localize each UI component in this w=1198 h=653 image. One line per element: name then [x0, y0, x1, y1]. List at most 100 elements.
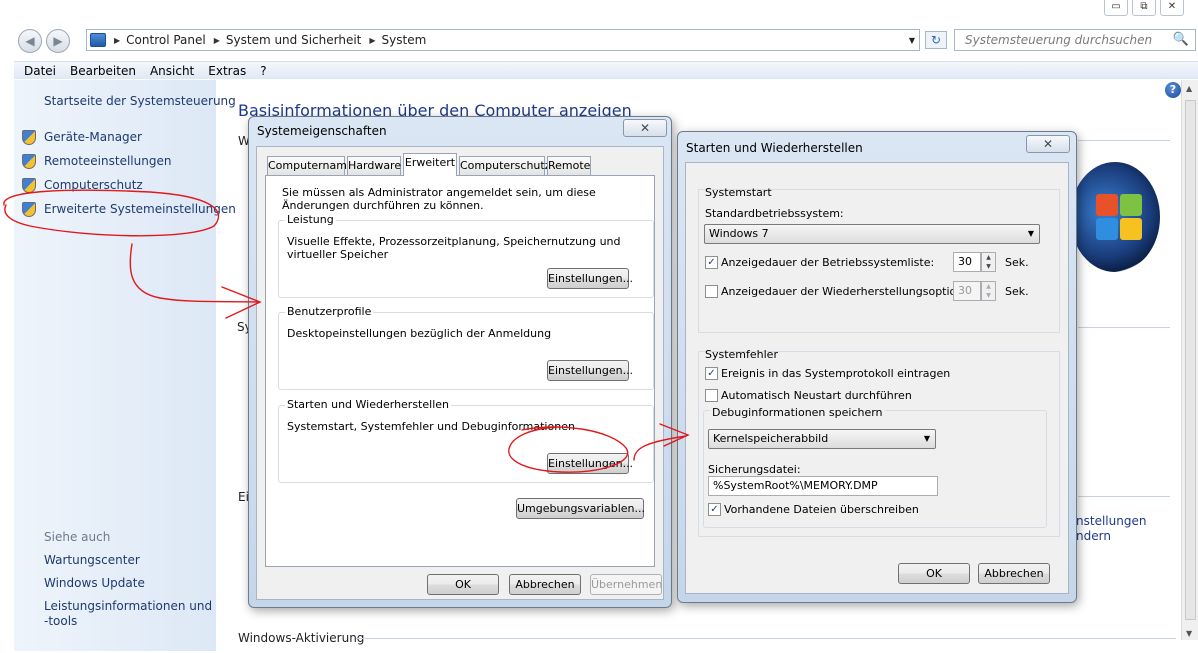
minimize-icon[interactable]: ▭ — [1104, 0, 1128, 16]
divider — [1078, 327, 1170, 328]
startup-settings-button[interactable]: Einstellungen... — [547, 453, 633, 474]
performance-link[interactable]: Leistungsinformationen und — [44, 599, 212, 613]
breadcrumb-system-security[interactable]: System und Sicherheit — [226, 33, 362, 47]
startup-recovery-group: Starten und Wiederherstellen Systemstart… — [278, 398, 654, 483]
windows-logo — [1070, 162, 1160, 272]
close-button[interactable]: ✕ — [1026, 135, 1070, 153]
debug-type-value: Kernelspeicherabbild — [713, 432, 829, 445]
divider — [1078, 140, 1170, 141]
windows-update-link[interactable]: Windows Update — [44, 576, 145, 590]
search-input[interactable]: Systemsteuerung durchsuchen 🔍 — [954, 29, 1196, 51]
dialog-title: Systemeigenschaften — [257, 124, 387, 138]
chevron-down-icon[interactable]: ▼ — [909, 36, 915, 45]
tab-hardware[interactable]: Hardware — [347, 156, 401, 175]
group-title: Starten und Wiederherstellen — [285, 398, 451, 411]
change-key-link[interactable]: ndern — [1076, 529, 1111, 543]
chevron-down-icon: ▼ — [923, 434, 930, 443]
activation-heading: Windows-Aktivierung — [238, 631, 365, 645]
startup-recovery-dialog: Starten und Wiederherstellen ✕ Systemsta… — [677, 131, 1077, 603]
back-button[interactable]: ◀ — [18, 29, 42, 53]
tab-computername[interactable]: Computername — [267, 156, 354, 175]
menu-bearbeiten[interactable]: Bearbeiten — [70, 64, 136, 78]
shield-icon — [22, 154, 36, 169]
systemstart-panel: Systemstart Standardbetriebssystem: Wind… — [698, 186, 1060, 333]
os-list-checkbox[interactable]: ✓ — [705, 256, 718, 269]
panel-title: Systemstart — [705, 186, 772, 199]
debug-type-dropdown[interactable]: Kernelspeicherabbild ▼ — [708, 429, 936, 449]
search-icon[interactable]: 🔍 — [1173, 30, 1189, 50]
system-properties-dialog: Systemeigenschaften ✕ Computername Hardw… — [248, 116, 672, 608]
debug-info-group: Debuginformationen speichern Kernelspeic… — [703, 406, 1047, 528]
dialog-body: Systemstart Standardbetriebssystem: Wind… — [685, 162, 1069, 594]
remote-settings-link[interactable]: Remoteeinstellungen — [44, 154, 171, 168]
vertical-scrollbar[interactable]: ▲ ▼ — [1181, 80, 1198, 640]
divider — [1078, 496, 1170, 497]
scroll-thumb[interactable] — [1185, 100, 1196, 620]
menu-ansicht[interactable]: Ansicht — [150, 64, 194, 78]
auto-restart-checkbox[interactable] — [705, 389, 718, 402]
action-center-link[interactable]: Wartungscenter — [44, 553, 140, 567]
change-settings-link[interactable]: nstellungen — [1076, 514, 1146, 528]
forward-button[interactable]: ▶ — [46, 29, 70, 53]
menu-bar: Datei Bearbeiten Ansicht Extras ? — [14, 61, 1198, 79]
shield-icon — [22, 202, 36, 217]
device-manager-link[interactable]: Geräte-Manager — [44, 130, 142, 144]
recovery-spinner[interactable]: ▲ ▼ — [981, 281, 996, 301]
system-protection-link[interactable]: Computerschutz — [44, 178, 143, 192]
environment-variables-button[interactable]: Umgebungsvariablen... — [516, 498, 645, 519]
breadcrumb-control-panel[interactable]: Control Panel — [126, 33, 206, 47]
scroll-up-icon[interactable]: ▲ — [1186, 84, 1192, 93]
overwrite-checkbox[interactable]: ✓ — [708, 503, 721, 516]
dialog-body: Computername Hardware Erweitert Computer… — [256, 146, 664, 600]
seconds-unit: Sek. — [1005, 285, 1029, 298]
shield-icon — [22, 130, 36, 145]
default-os-value: Windows 7 — [709, 227, 769, 240]
cancel-button[interactable]: Abbrechen — [509, 574, 581, 595]
auto-restart-label: Automatisch Neustart durchführen — [721, 389, 912, 402]
search-placeholder: Systemsteuerung durchsuchen — [965, 33, 1153, 47]
scroll-down-icon[interactable]: ▼ — [1186, 629, 1192, 638]
os-list-seconds-input[interactable]: 30 — [953, 252, 981, 272]
see-also-title: Siehe auch — [44, 530, 111, 544]
close-button[interactable]: ✕ — [623, 119, 667, 137]
apply-button[interactable]: Übernehmen — [590, 574, 662, 595]
tab-remote[interactable]: Remote — [547, 156, 591, 175]
recovery-seconds-input[interactable]: 30 — [953, 281, 981, 301]
help-icon[interactable]: ? — [1165, 82, 1181, 98]
panel-title: Systemfehler — [705, 348, 778, 361]
group-title: Leistung — [285, 213, 336, 226]
performance-settings-button[interactable]: Einstellungen... — [547, 268, 633, 289]
flag-red — [1096, 194, 1118, 216]
os-list-spinner[interactable]: ▲ ▼ — [981, 252, 996, 272]
advanced-settings-link[interactable]: Erweiterte Systemeinstellungen — [44, 202, 236, 216]
write-event-checkbox[interactable]: ✓ — [705, 367, 718, 380]
divider — [356, 638, 1176, 639]
breadcrumb-system[interactable]: System — [382, 33, 427, 47]
menu-extras[interactable]: Extras — [208, 64, 246, 78]
control-panel-home-link[interactable]: Startseite der Systemsteuerung — [44, 94, 236, 108]
ok-button[interactable]: OK — [898, 563, 970, 584]
chevron-right-icon: ▶ — [213, 35, 220, 45]
dump-file-input[interactable]: %SystemRoot%\MEMORY.DMP — [708, 476, 938, 496]
ok-button[interactable]: OK — [427, 574, 499, 595]
systemfehler-panel: Systemfehler ✓ Ereignis in das Systempro… — [698, 348, 1060, 537]
address-bar[interactable]: ▶ Control Panel ▶ System und Sicherheit … — [86, 29, 920, 51]
recovery-checkbox[interactable] — [705, 285, 718, 298]
profile-settings-button[interactable]: Einstellungen... — [547, 360, 633, 381]
default-os-dropdown[interactable]: Windows 7 ▼ — [704, 224, 1040, 244]
maximize-icon[interactable]: ⧉ — [1132, 0, 1156, 16]
tab-computerschutz[interactable]: Computerschutz — [459, 156, 551, 175]
group-description: Systemstart, Systemfehler und Debuginfor… — [287, 420, 575, 433]
tab-erweitert[interactable]: Erweitert — [403, 153, 457, 176]
os-list-label: Anzeigedauer der Betriebssystemliste: — [721, 256, 935, 269]
control-panel-icon — [90, 33, 106, 47]
cancel-button[interactable]: Abbrechen — [978, 563, 1050, 584]
refresh-icon[interactable]: ↻ — [925, 31, 947, 49]
dialog-title: Starten und Wiederherstellen — [686, 141, 863, 155]
close-icon[interactable]: ✕ — [1160, 0, 1184, 16]
flag-green — [1120, 194, 1142, 216]
menu-datei[interactable]: Datei — [24, 64, 56, 78]
menu-help[interactable]: ? — [260, 64, 266, 78]
performance-link-line2[interactable]: -tools — [44, 614, 77, 628]
seconds-unit: Sek. — [1005, 256, 1029, 269]
